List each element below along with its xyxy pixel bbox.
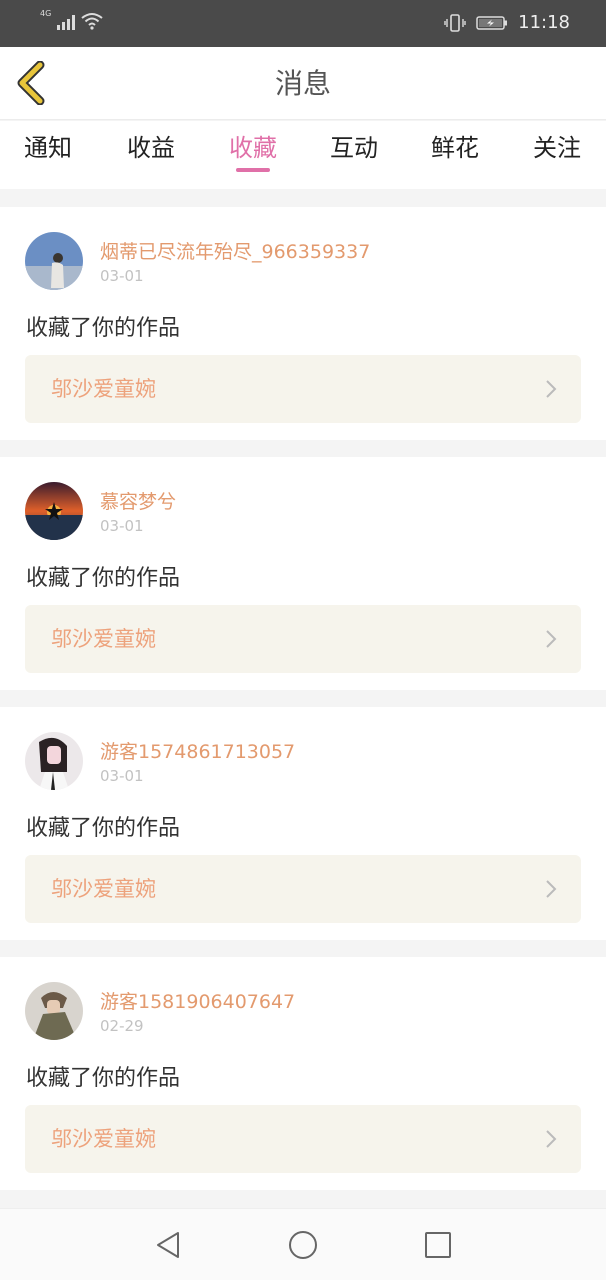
- back-triangle-icon[interactable]: [152, 1229, 184, 1261]
- status-left: 4G: [40, 9, 103, 30]
- tab-label: 鲜花: [431, 134, 479, 162]
- username[interactable]: 游客1581906407647: [100, 987, 295, 1014]
- page-title: 消息: [274, 67, 331, 100]
- work-link[interactable]: 邬沙爱童婉: [25, 855, 581, 923]
- clock: 11:18: [518, 12, 570, 33]
- avatar[interactable]: [25, 482, 83, 540]
- signal-icon: [57, 14, 76, 30]
- tab-favorites[interactable]: 收藏: [208, 121, 298, 189]
- status-right: 11:18: [444, 12, 570, 33]
- message-date: 03-01: [100, 267, 144, 285]
- work-title: 邬沙爱童婉: [51, 377, 156, 401]
- work-title: 邬沙爱童婉: [51, 1127, 156, 1151]
- action-text: 收藏了你的作品: [26, 316, 181, 341]
- status-bar: 4G 11:18: [0, 0, 606, 47]
- tab-flowers[interactable]: 鲜花: [410, 121, 500, 189]
- tab-label: 关注: [533, 134, 581, 162]
- work-title: 邬沙爱童婉: [51, 877, 156, 901]
- tab-label: 通知: [24, 134, 72, 162]
- message-date: 03-01: [100, 767, 144, 785]
- message-card: 慕容梦兮 03-01 收藏了你的作品 邬沙爱童婉: [0, 457, 606, 690]
- avatar[interactable]: [25, 732, 83, 790]
- recents-square-icon[interactable]: [422, 1229, 454, 1261]
- work-link[interactable]: 邬沙爱童婉: [25, 355, 581, 423]
- tab-bar: 通知 收益 收藏 互动 鲜花 关注: [0, 121, 606, 189]
- avatar[interactable]: [25, 982, 83, 1040]
- username[interactable]: 游客1574861713057: [100, 737, 295, 764]
- active-tab-indicator: [236, 168, 270, 172]
- chevron-right-icon: [546, 1130, 557, 1148]
- action-text: 收藏了你的作品: [26, 566, 181, 591]
- message-date: 03-01: [100, 517, 144, 535]
- avatar[interactable]: [25, 232, 83, 290]
- vibrate-icon: [444, 13, 466, 32]
- message-card: 烟蒂已尽流年殆尽_966359337 03-01 收藏了你的作品 邬沙爱童婉: [0, 207, 606, 440]
- work-link[interactable]: 邬沙爱童婉: [25, 1105, 581, 1173]
- tab-interactions[interactable]: 互动: [309, 121, 399, 189]
- wifi-icon: [81, 13, 103, 30]
- tab-following[interactable]: 关注: [512, 121, 602, 189]
- message-list: 烟蒂已尽流年殆尽_966359337 03-01 收藏了你的作品 邬沙爱童婉 慕…: [0, 207, 606, 1207]
- chevron-right-icon: [546, 630, 557, 648]
- username[interactable]: 慕容梦兮: [100, 487, 176, 514]
- message-card: 游客1581906407647 02-29 收藏了你的作品 邬沙爱童婉: [0, 957, 606, 1190]
- tab-label: 收益: [127, 134, 175, 162]
- work-link[interactable]: 邬沙爱童婉: [25, 605, 581, 673]
- chevron-right-icon: [546, 380, 557, 398]
- tab-label: 互动: [330, 134, 378, 162]
- username[interactable]: 烟蒂已尽流年殆尽_966359337: [100, 237, 370, 264]
- battery-icon: [476, 15, 508, 30]
- action-text: 收藏了你的作品: [26, 1066, 181, 1091]
- network-type: 4G: [40, 9, 52, 18]
- home-circle-icon[interactable]: [287, 1229, 319, 1261]
- tab-earnings[interactable]: 收益: [106, 121, 196, 189]
- action-text: 收藏了你的作品: [26, 816, 181, 841]
- message-date: 02-29: [100, 1017, 144, 1035]
- tab-label: 收藏: [229, 134, 277, 162]
- system-nav-bar: [0, 1208, 606, 1280]
- header: 消息: [0, 47, 606, 120]
- work-title: 邬沙爱童婉: [51, 627, 156, 651]
- tab-notifications[interactable]: 通知: [3, 121, 93, 189]
- message-card: 游客1574861713057 03-01 收藏了你的作品 邬沙爱童婉: [0, 707, 606, 940]
- chevron-right-icon: [546, 880, 557, 898]
